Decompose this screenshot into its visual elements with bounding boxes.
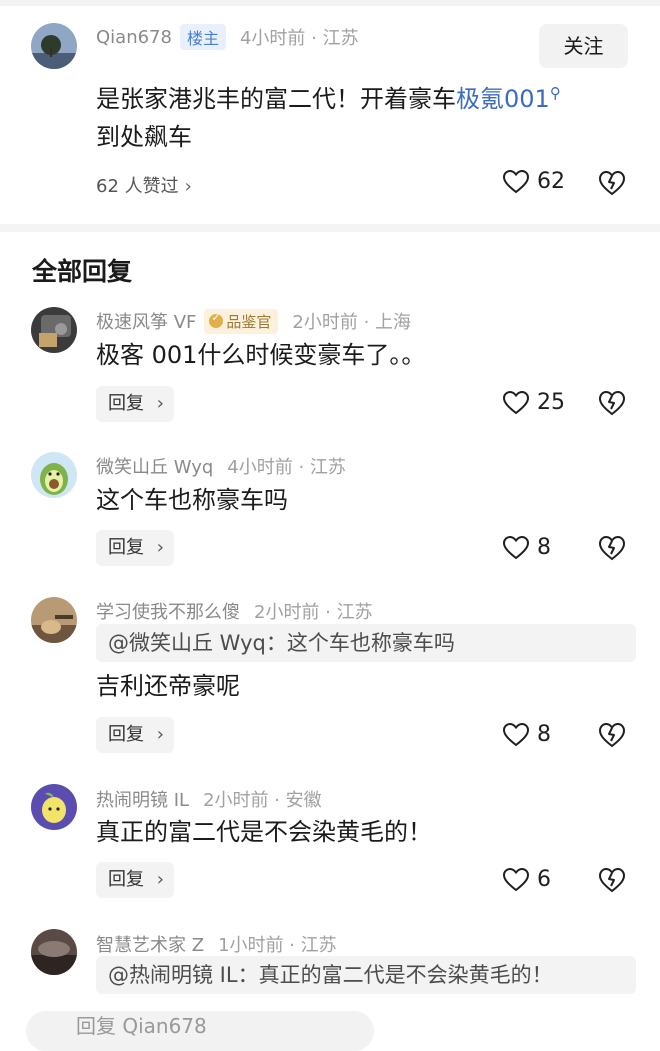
reply-meta: 学习使我不那么傻 2小时前 · 江苏: [96, 598, 373, 624]
chevron-right-icon: ›: [156, 724, 164, 745]
broken-heart-icon: [598, 535, 626, 561]
avatar-image: [31, 929, 77, 975]
heart-outline-icon: [503, 867, 529, 891]
op-meta: Qian678 楼主 4小时前 · 江苏: [96, 24, 359, 50]
avatar-image: [31, 452, 77, 498]
reply-button-label: 回复: [108, 537, 144, 558]
reply-button[interactable]: 回复 ›: [96, 530, 174, 566]
reply-time: 2小时前 · 安徽: [203, 790, 322, 811]
top-divider: [0, 0, 660, 6]
chevron-right-icon: ›: [156, 869, 164, 890]
reply-dislike-button[interactable]: [598, 535, 626, 561]
reply-username[interactable]: 智慧艺术家 Z: [96, 931, 204, 957]
reply-username[interactable]: 微笑山丘 Wyq: [96, 453, 213, 479]
reply-time: 2小时前 · 江苏: [254, 602, 373, 623]
op-like-count: 62: [537, 169, 565, 194]
op-content-line1: 是张家港兆丰的富二代！开着豪车: [96, 85, 456, 113]
reply-dislike-button[interactable]: [598, 867, 626, 893]
car-link[interactable]: 极氪001⚲: [456, 84, 561, 113]
broken-heart-icon: [598, 390, 626, 416]
avatar-image: [31, 597, 77, 643]
reply-badge: 品鉴官: [204, 308, 279, 334]
reply-button-label: 回复: [108, 869, 144, 890]
reply-like-button[interactable]: 6: [503, 867, 551, 892]
likers-link[interactable]: 62 人赞过 ›: [96, 172, 192, 198]
reply-dislike-button[interactable]: [598, 390, 626, 416]
reply-like-count: 6: [537, 867, 551, 892]
reply-like-button[interactable]: 8: [503, 535, 551, 560]
op-badge: 楼主: [179, 24, 226, 50]
heart-outline-icon: [503, 535, 529, 559]
likers-text: 62 人赞过: [96, 176, 179, 197]
reply-username[interactable]: 热闹明镜 IL: [96, 786, 189, 812]
avatar-image: [31, 307, 77, 353]
search-icon: ⚲: [549, 84, 561, 102]
op-like-button[interactable]: 62: [503, 169, 565, 194]
reply-content: 真正的富二代是不会染黄毛的！: [96, 818, 432, 846]
reply-content: 这个车也称豪车吗: [96, 486, 288, 514]
op-avatar[interactable]: [31, 23, 77, 69]
op-content: 是张家港兆丰的富二代！开着豪车极氪001⚲ 到处飙车: [96, 74, 561, 156]
reply-avatar[interactable]: [31, 929, 77, 975]
reply-like-count: 8: [537, 535, 551, 560]
chevron-right-icon: ›: [156, 537, 164, 558]
badge-check-icon: [209, 311, 224, 328]
reply-button-label: 回复: [108, 393, 144, 414]
reply-avatar[interactable]: [31, 452, 77, 498]
reply-like-button[interactable]: 8: [503, 722, 551, 747]
quoted-reply[interactable]: @微笑山丘 Wyq：这个车也称豪车吗: [96, 624, 636, 662]
heart-outline-icon: [503, 390, 529, 414]
reply-like-button[interactable]: 25: [503, 390, 565, 415]
chevron-right-icon: ›: [156, 393, 164, 414]
reply-time: 2小时前 · 上海: [292, 312, 412, 333]
reply-button-label: 回复: [108, 724, 144, 745]
reply-input-bar[interactable]: 回复 Qian678: [26, 1011, 374, 1051]
broken-heart-icon: [598, 170, 626, 196]
broken-heart-icon: [598, 867, 626, 893]
section-title: 全部回复: [32, 257, 133, 286]
reply-avatar[interactable]: [31, 307, 77, 353]
reply-meta: 极速风筝 VF 品鉴官 2小时前 · 上海: [96, 308, 411, 334]
reply-like-count: 25: [537, 390, 565, 415]
reply-time: 1小时前 · 江苏: [218, 935, 337, 956]
broken-heart-icon: [598, 722, 626, 748]
reply-button[interactable]: 回复 ›: [96, 862, 174, 898]
reply-button[interactable]: 回复 ›: [96, 717, 174, 753]
reply-like-count: 8: [537, 722, 551, 747]
reply-content: 极客 001什么时候变豪车了。。: [96, 341, 426, 369]
avatar-image: [31, 784, 77, 830]
reply-avatar[interactable]: [31, 784, 77, 830]
op-time: 4小时前 · 江苏: [239, 28, 359, 49]
reply-meta: 智慧艺术家 Z 1小时前 · 江苏: [96, 931, 337, 957]
reply-username[interactable]: 学习使我不那么傻: [96, 598, 240, 624]
reply-input-placeholder: 回复 Qian678: [76, 1014, 207, 1038]
reply-content: 吉利还帝豪呢: [96, 672, 240, 700]
reply-avatar[interactable]: [31, 597, 77, 643]
op-username[interactable]: Qian678: [96, 27, 172, 48]
op-dislike-button[interactable]: [598, 170, 626, 196]
quoted-reply[interactable]: @热闹明镜 IL：真正的富二代是不会染黄毛的！: [96, 956, 636, 994]
reply-meta: 热闹明镜 IL 2小时前 · 安徽: [96, 786, 322, 812]
reply-dislike-button[interactable]: [598, 722, 626, 748]
reply-meta: 微笑山丘 Wyq 4小时前 · 江苏: [96, 453, 346, 479]
avatar-image: [31, 23, 77, 69]
reply-time: 4小时前 · 江苏: [227, 457, 346, 478]
chevron-right-icon: ›: [184, 176, 192, 197]
heart-outline-icon: [503, 169, 529, 193]
follow-button[interactable]: 关注: [539, 24, 628, 68]
reply-button[interactable]: 回复 ›: [96, 386, 174, 422]
reply-username[interactable]: 极速风筝 VF: [96, 308, 196, 334]
heart-outline-icon: [503, 722, 529, 746]
section-divider: [0, 224, 660, 232]
op-content-line2: 到处飙车: [96, 123, 192, 151]
